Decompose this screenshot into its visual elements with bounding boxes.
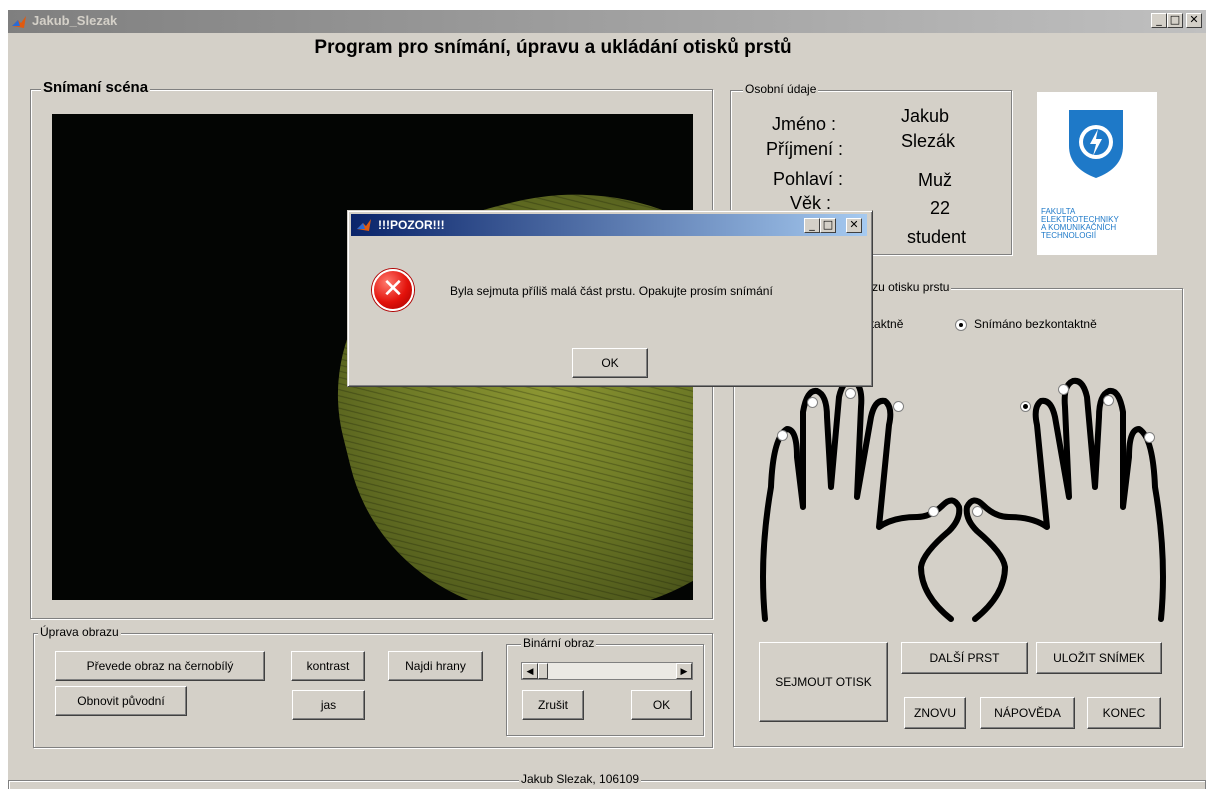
contrast-button[interactable]: kontrast	[291, 651, 365, 681]
finger-left-index[interactable]	[893, 401, 904, 412]
dialog-close-button[interactable]: ✕	[846, 218, 862, 233]
finger-left-ring[interactable]	[807, 397, 818, 408]
capture-button[interactable]: SEJMOUT OTISK	[759, 642, 888, 722]
dialog-ok-button[interactable]: OK	[572, 348, 648, 378]
occupation-value: student	[907, 227, 967, 247]
help-button[interactable]: NÁPOVĚDA	[980, 697, 1075, 729]
dialog-title: !!!POZOR!!!	[378, 218, 445, 232]
binary-label: Binární obraz	[521, 636, 597, 650]
finger-right-ring[interactable]	[1103, 395, 1114, 406]
matlab-icon	[357, 219, 371, 231]
radio-contactless-label: Snímáno bezkontaktně	[974, 317, 1097, 331]
save-image-button[interactable]: ULOŽIT SNÍMEK	[1036, 642, 1162, 674]
radio-contactless[interactable]	[955, 319, 967, 331]
binary-ok-button[interactable]: OK	[631, 690, 692, 720]
jmeno-label: Jméno :	[772, 114, 837, 134]
brightness-button[interactable]: jas	[292, 690, 365, 720]
scroll-left-icon[interactable]: ◀	[522, 663, 538, 679]
finger-right-thumb[interactable]	[972, 506, 983, 517]
dialog-minimize-button[interactable]: _	[804, 218, 820, 233]
pohlavi-label: Pohlaví :	[773, 169, 844, 189]
footer-frame: Jakub Slezak, 106109	[8, 772, 1206, 789]
scroll-right-icon[interactable]: ▶	[676, 663, 692, 679]
faculty-logo: FAKULTA ELEKTROTECHNIKY A KOMUNIKAČNÍCH …	[1037, 92, 1157, 255]
finger-left-middle[interactable]	[845, 388, 856, 399]
footer-author: Jakub Slezak, 106109	[519, 772, 642, 786]
window-title: Jakub_Slezak	[32, 13, 118, 28]
find-edges-button[interactable]: Najdi hrany	[388, 651, 483, 681]
minimize-button[interactable]: _	[1151, 13, 1167, 28]
matlab-icon	[12, 16, 26, 28]
dialog-message: Byla sejmuta příliš malá část prstu. Opa…	[450, 284, 773, 298]
close-button[interactable]: ✕	[1186, 13, 1202, 28]
restore-button[interactable]: Obnovit původní	[55, 686, 187, 716]
binary-cancel-button[interactable]: Zrušit	[522, 690, 584, 720]
next-finger-button[interactable]: DALŠÍ PRST	[901, 642, 1028, 674]
dialog-title-bar: !!!POZOR!!! _ □ ✕	[351, 214, 867, 236]
error-dialog: !!!POZOR!!! _ □ ✕ ✕ Byla sejmuta příliš …	[347, 210, 873, 387]
logo-text: FAKULTA ELEKTROTECHNIKY A KOMUNIKAČNÍCH …	[1041, 208, 1119, 240]
finger-right-index[interactable]	[1020, 401, 1031, 412]
title-bar: Jakub_Slezak _ □ ✕	[8, 10, 1206, 33]
pohlavi-value: Muž	[918, 170, 953, 190]
personal-label: Osobní údaje	[743, 82, 819, 96]
logo-line: TECHNOLOGIÍ	[1041, 231, 1097, 240]
vek-value: 22	[930, 198, 951, 218]
finger-left-thumb[interactable]	[928, 506, 939, 517]
main-window: Jakub_Slezak _ □ ✕ Program pro snímání, …	[8, 10, 1206, 789]
grayscale-button[interactable]: Převede obraz na černobílý	[55, 651, 265, 681]
prijmeni-value: Slezák	[901, 131, 956, 151]
dialog-maximize-button[interactable]: □	[820, 218, 836, 233]
slider-thumb[interactable]	[538, 663, 548, 679]
page-title: Program pro snímání, úpravu a ukládání o…	[314, 37, 792, 58]
shield-icon	[1069, 110, 1123, 178]
scene-label: Snímaní scéna	[41, 79, 151, 96]
finger-right-pinky[interactable]	[1144, 432, 1155, 443]
binary-threshold-slider[interactable]: ◀ ▶	[521, 662, 693, 680]
end-button[interactable]: KONEC	[1087, 697, 1161, 729]
again-button[interactable]: ZNOVU	[904, 697, 966, 729]
finger-left-pinky[interactable]	[777, 430, 788, 441]
edit-label: Úprava obrazu	[38, 625, 121, 639]
jmeno-value: Jakub	[901, 106, 950, 126]
prijmeni-label: Příjmení :	[766, 139, 844, 159]
finger-right-middle[interactable]	[1058, 384, 1069, 395]
maximize-button[interactable]: □	[1167, 13, 1183, 28]
error-icon: ✕	[372, 269, 414, 311]
